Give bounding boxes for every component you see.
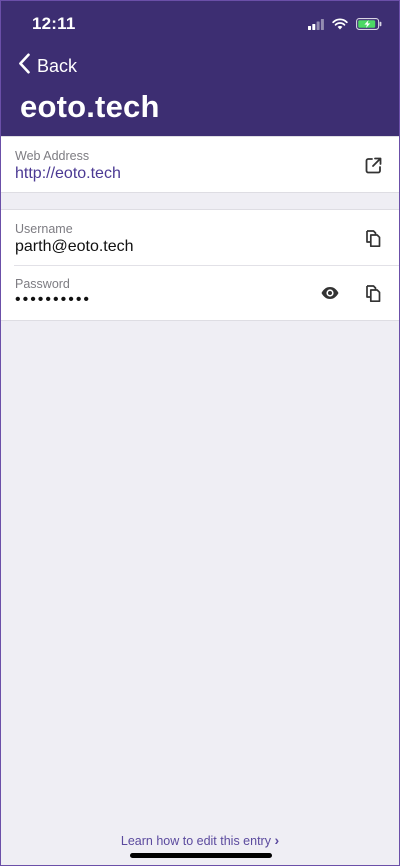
header: 12:11 Back eoto.tech [1,1,399,136]
eye-icon[interactable] [319,282,341,304]
username-row[interactable]: Username parth@eoto.tech [1,210,399,265]
copy-password-icon[interactable] [362,282,384,304]
copy-username-icon[interactable] [362,227,384,249]
status-bar: 12:11 [1,1,399,47]
chevron-left-icon [18,53,31,79]
username-label: Username [15,222,73,236]
cellular-signal-icon [308,17,324,35]
password-value[interactable]: •••••••••• [15,291,91,309]
credentials-section: Username parth@eoto.tech Password ••••••… [1,209,399,321]
page-title: eoto.tech [20,89,160,124]
battery-charging-icon [356,17,382,35]
password-label: Password [15,277,70,291]
web-address-section: Web Address http://eoto.tech [1,136,399,193]
status-time: 12:11 [32,14,76,33]
app-window: 12:11 Back eoto.tech Web Address http://… [0,0,400,866]
home-indicator [130,853,272,858]
learn-edit-entry-link[interactable]: Learn how to edit this entry › [1,832,399,848]
chevron-right-icon: › [274,832,280,848]
learn-edit-entry-text: Learn how to edit this entry [120,834,271,848]
external-link-icon[interactable] [362,154,384,176]
web-address-label: Web Address [15,149,90,163]
web-address-row[interactable]: Web Address http://eoto.tech [1,137,399,192]
password-row[interactable]: Password •••••••••• [1,265,399,320]
back-button[interactable]: Back [18,53,77,79]
wifi-icon [332,17,348,35]
web-address-value[interactable]: http://eoto.tech [15,165,121,183]
status-icons [308,17,382,35]
back-label: Back [37,55,78,76]
username-value[interactable]: parth@eoto.tech [15,238,134,256]
